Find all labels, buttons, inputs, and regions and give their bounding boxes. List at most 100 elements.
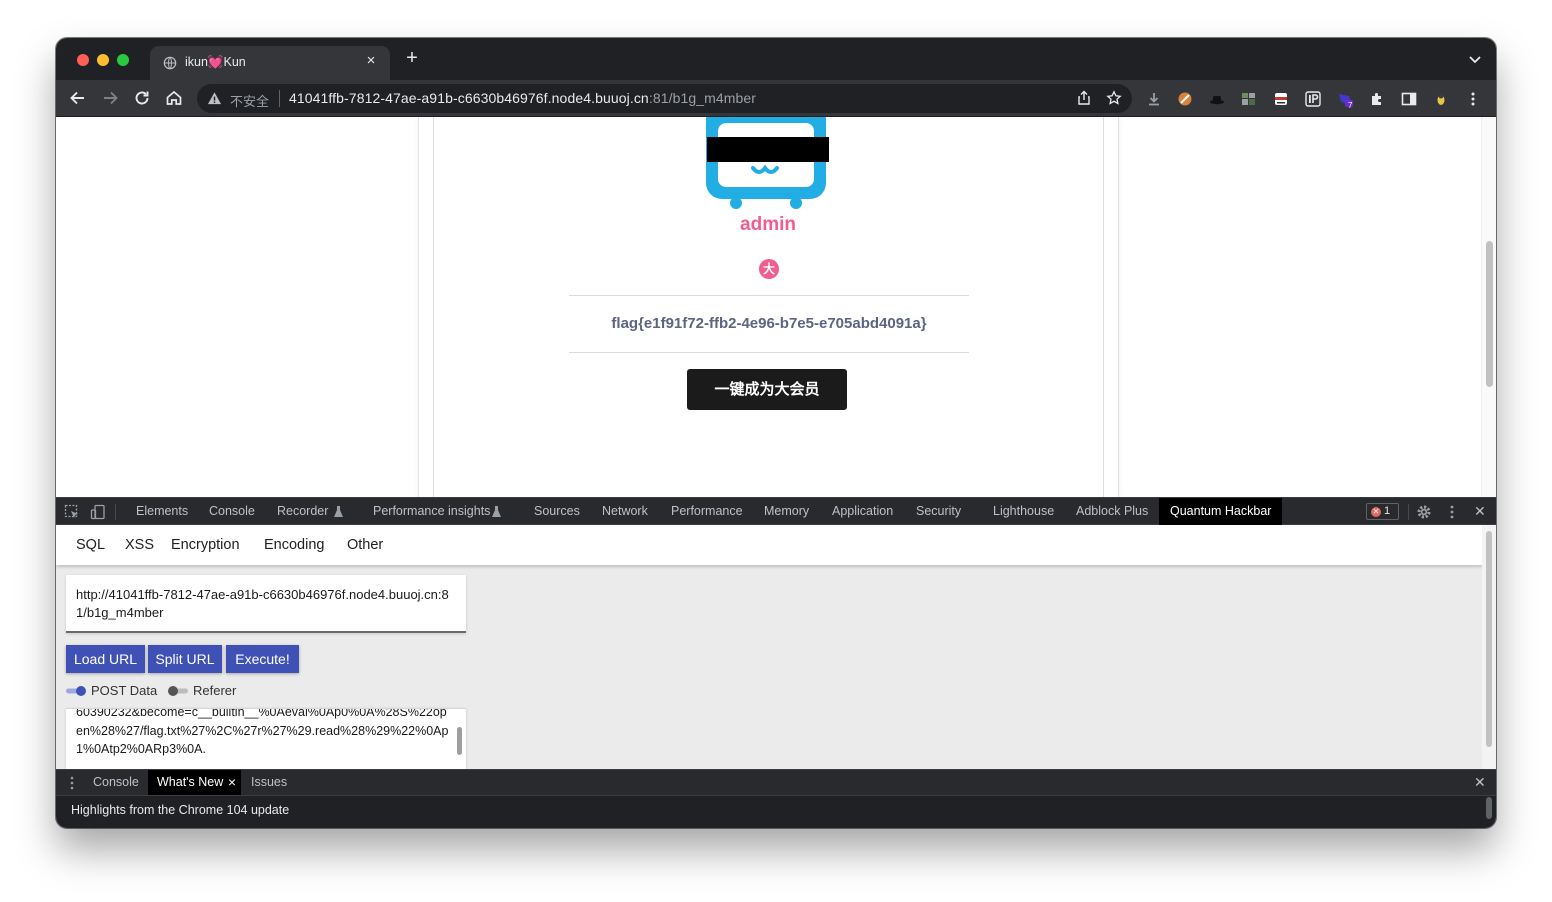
kebab-menu-icon[interactable] bbox=[1465, 91, 1481, 107]
toolbar-divider bbox=[115, 504, 116, 520]
devtools-tab-quantum-hackbar[interactable]: Quantum Hackbar bbox=[1159, 498, 1283, 525]
tab-close-icon[interactable]: × bbox=[362, 52, 380, 70]
post-data-scrollbar[interactable] bbox=[457, 727, 462, 755]
extensions-puzzle-icon[interactable] bbox=[1369, 91, 1385, 107]
new-tab-button[interactable]: + bbox=[402, 48, 422, 69]
devtools-tab-elements[interactable]: Elements bbox=[136, 498, 188, 525]
tab-search-chevron-icon[interactable] bbox=[1468, 52, 1482, 66]
member-level-badge: 大 bbox=[759, 259, 779, 279]
profile-icon[interactable] bbox=[1433, 91, 1449, 107]
page-scrollbar[interactable] bbox=[1481, 117, 1496, 497]
load-url-button[interactable]: Load URL bbox=[66, 645, 145, 673]
address-bar[interactable]: 不安全 41041ffb-7812-47ae-a91b-c6630b46976f… bbox=[197, 84, 1132, 113]
devtools-tab-console[interactable]: Console bbox=[209, 498, 255, 525]
devtools-tab-performance-insights-label: Performance insights bbox=[373, 504, 491, 518]
devtools-tab-lighthouse[interactable]: Lighthouse bbox=[993, 498, 1054, 525]
ninja-extension-icon[interactable] bbox=[1273, 91, 1289, 107]
referer-label: Referer bbox=[193, 683, 237, 698]
drawer-tab-console[interactable]: Console bbox=[93, 770, 139, 795]
hackbar-scrollbar[interactable] bbox=[1482, 525, 1496, 769]
devtools-tab-performance-insights[interactable]: Performance insights bbox=[373, 498, 501, 525]
home-icon[interactable] bbox=[164, 88, 184, 108]
url-path: :81/b1g_m4mber bbox=[648, 90, 757, 106]
hackbar-scrollbar-thumb[interactable] bbox=[1486, 531, 1492, 747]
devtools-close-icon[interactable]: ✕ bbox=[1474, 498, 1486, 525]
post-data-value: 60390232&become=c__builtin__%0Aeval%0Ap0… bbox=[76, 708, 449, 756]
hackbar-panel: SQL XSS Encryption Encoding Other http:/… bbox=[56, 525, 1496, 769]
grid-extension-icon[interactable] bbox=[1241, 91, 1257, 107]
drawer-menu-icon[interactable] bbox=[64, 775, 80, 791]
username: admin bbox=[740, 214, 796, 235]
minimize-window-button[interactable] bbox=[97, 54, 109, 66]
ad-block-extension-icon[interactable] bbox=[1177, 91, 1193, 107]
devtools-tab-recorder[interactable]: Recorder bbox=[277, 498, 343, 525]
devtools-tab-application[interactable]: Application bbox=[832, 498, 893, 525]
flag-text: flag{e1f91f72-ffb2-4e96-b7e5-e705abd4091… bbox=[611, 315, 927, 332]
globe-icon bbox=[163, 56, 177, 70]
drawer-tab-bar: Console What's New × Issues ✕ bbox=[56, 769, 1496, 796]
download-icon[interactable] bbox=[1146, 91, 1162, 107]
device-toolbar-icon[interactable] bbox=[90, 504, 106, 520]
devtools-tab-security[interactable]: Security bbox=[916, 498, 961, 525]
experiment-flask-icon bbox=[334, 506, 343, 517]
drawer-tab-close-icon[interactable]: × bbox=[228, 770, 236, 795]
reload-icon[interactable] bbox=[132, 88, 152, 108]
bilibili-tv-avatar bbox=[706, 117, 826, 209]
devtools-tab-recorder-label: Recorder bbox=[277, 504, 329, 518]
error-count: 1 bbox=[1384, 505, 1391, 517]
referer-toggle[interactable] bbox=[168, 686, 188, 696]
hackbar-menu-encoding[interactable]: Encoding bbox=[264, 537, 324, 553]
devtools-menu-icon[interactable] bbox=[1444, 504, 1460, 520]
inspect-element-icon[interactable] bbox=[64, 504, 80, 520]
hackbar-menu-xss[interactable]: XSS bbox=[125, 537, 154, 553]
execute-button[interactable]: Execute! bbox=[226, 645, 299, 673]
redaction-bar bbox=[707, 137, 829, 162]
url-text: 41041ffb-7812-47ae-a91b-c6630b46976f.nod… bbox=[289, 90, 756, 106]
toolbar-divider bbox=[1408, 504, 1409, 520]
page-scrollbar-thumb[interactable] bbox=[1486, 241, 1493, 387]
post-data-textarea[interactable]: 60390232&become=c__builtin__%0Aeval%0Ap0… bbox=[66, 708, 466, 769]
divider bbox=[569, 295, 969, 296]
drawer-tab-whats-new-label: What's New bbox=[157, 775, 224, 789]
zoom-window-button[interactable] bbox=[117, 54, 129, 66]
devtools-tab-sources[interactable]: Sources bbox=[534, 498, 580, 525]
drawer-close-icon[interactable]: ✕ bbox=[1474, 770, 1486, 795]
hat-extension-icon[interactable] bbox=[1209, 91, 1225, 107]
desktop-background: ikun💓Kun × + 不安全 41041ffb-7812-47ae-a91b… bbox=[0, 0, 1552, 902]
not-secure-label: 不安全 bbox=[230, 94, 270, 109]
drawer-tab-whats-new[interactable]: What's New × bbox=[148, 770, 241, 795]
experiment-flask-icon bbox=[492, 506, 501, 517]
tab-title: ikun💓Kun bbox=[185, 55, 246, 69]
divider bbox=[569, 352, 969, 353]
split-url-button[interactable]: Split URL bbox=[148, 645, 222, 673]
settings-gear-icon[interactable] bbox=[1416, 504, 1432, 520]
hackbar-menu-encryption[interactable]: Encryption bbox=[171, 537, 240, 553]
warning-icon[interactable] bbox=[207, 91, 222, 106]
hackbar-url-input[interactable]: http://41041ffb-7812-47ae-a91b-c6630b469… bbox=[66, 575, 466, 633]
tab-strip: ikun💓Kun × + bbox=[56, 38, 1496, 80]
drawer-tab-issues[interactable]: Issues bbox=[251, 770, 287, 795]
error-counter[interactable]: ✕ 1 bbox=[1366, 503, 1399, 520]
devtools-tab-memory[interactable]: Memory bbox=[764, 498, 809, 525]
page-viewport: admin 大 flag{e1f91f72-ffb2-4e96-b7e5-e70… bbox=[56, 117, 1496, 497]
devtools-tab-adblock-plus[interactable]: Adblock Plus bbox=[1076, 498, 1148, 525]
back-icon[interactable] bbox=[68, 88, 88, 108]
omnibox-divider bbox=[279, 90, 280, 107]
browser-tab-active[interactable]: ikun💓Kun × bbox=[150, 46, 390, 80]
close-window-button[interactable] bbox=[77, 54, 89, 66]
become-vip-button[interactable]: 一键成为大会员 bbox=[687, 369, 847, 410]
drawer-scrollbar[interactable] bbox=[1486, 797, 1492, 819]
devtools-tab-network[interactable]: Network bbox=[602, 498, 648, 525]
post-data-toggle[interactable] bbox=[66, 686, 86, 696]
forward-icon[interactable] bbox=[100, 88, 120, 108]
side-panel-icon[interactable] bbox=[1401, 91, 1417, 107]
devtools-tab-performance[interactable]: Performance bbox=[671, 498, 743, 525]
bookmark-star-icon[interactable] bbox=[1106, 90, 1122, 106]
ip-extension-icon[interactable] bbox=[1305, 91, 1321, 107]
hackbar-menu-sql[interactable]: SQL bbox=[76, 537, 105, 553]
whats-new-highlight-text: Highlights from the Chrome 104 update bbox=[71, 803, 290, 817]
url-host: 41041ffb-7812-47ae-a91b-c6630b46976f.nod… bbox=[289, 90, 649, 106]
devtools-tab-bar: Elements Console Recorder Performance in… bbox=[56, 497, 1496, 525]
hackbar-menu-other[interactable]: Other bbox=[347, 537, 383, 553]
share-icon[interactable] bbox=[1076, 90, 1092, 106]
